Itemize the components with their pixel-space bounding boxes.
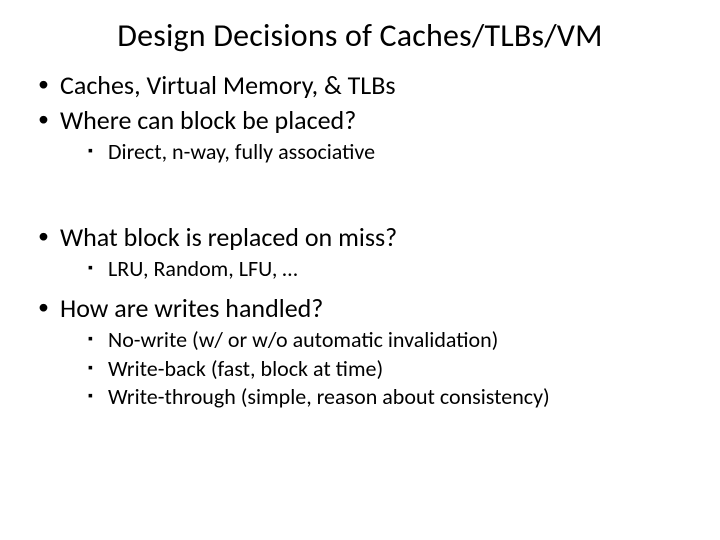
bullet-item: How are writes handled? No-write (w/ or … xyxy=(38,292,700,412)
sub-list: Direct, n-way, fully associative xyxy=(60,138,700,167)
sub-item: Write-through (simple, reason about cons… xyxy=(88,383,700,412)
slide-title: Design Decisions of Caches/TLBs/VM xyxy=(20,16,700,55)
spacer xyxy=(20,169,700,221)
bullet-list: How are writes handled? No-write (w/ or … xyxy=(20,292,700,412)
bullet-list: Caches, Virtual Memory, & TLBs Where can… xyxy=(20,69,700,167)
sub-text: Write-through (simple, reason about cons… xyxy=(108,383,550,410)
bullet-text: What block is replaced on miss? xyxy=(60,221,397,253)
sub-item: LRU, Random, LFU, … xyxy=(88,255,700,284)
bullet-text: Caches, Virtual Memory, & TLBs xyxy=(60,69,396,101)
sub-text: Direct, n-way, fully associative xyxy=(108,138,375,165)
sub-item: No-write (w/ or w/o automatic invalidati… xyxy=(88,326,700,355)
bullet-item: What block is replaced on miss? LRU, Ran… xyxy=(38,221,700,284)
sub-text: Write-back (fast, block at time) xyxy=(108,355,383,382)
sub-text: LRU, Random, LFU, … xyxy=(108,255,298,282)
sub-text: No-write (w/ or w/o automatic invalidati… xyxy=(108,326,498,353)
bullet-item: Where can block be placed? Direct, n-way… xyxy=(38,104,700,167)
bullet-text: Where can block be placed? xyxy=(60,104,356,136)
sub-item: Direct, n-way, fully associative xyxy=(88,138,700,167)
slide: Design Decisions of Caches/TLBs/VM Cache… xyxy=(0,0,720,540)
sub-item: Write-back (fast, block at time) xyxy=(88,355,700,384)
bullet-text: How are writes handled? xyxy=(60,292,323,324)
sub-list: No-write (w/ or w/o automatic invalidati… xyxy=(60,326,700,412)
sub-list: LRU, Random, LFU, … xyxy=(60,255,700,284)
bullet-item: Caches, Virtual Memory, & TLBs xyxy=(38,69,700,102)
bullet-list: What block is replaced on miss? LRU, Ran… xyxy=(20,221,700,284)
